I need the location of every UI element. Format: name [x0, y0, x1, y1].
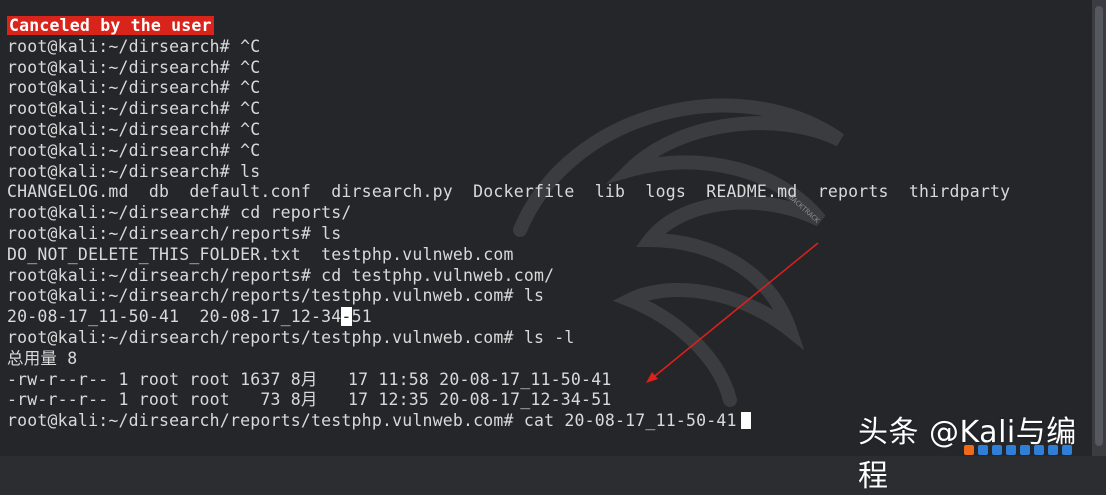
terminal-line: root@kali:~/dirsearch# ^C	[7, 120, 1010, 141]
terminal-line: -rw-r--r-- 1 root root 1637 8月 17 11:58 …	[7, 370, 1010, 391]
line-text: root@kali:~/dirsearch/reports# cd testph…	[7, 265, 555, 285]
skin-icon[interactable]	[1048, 445, 1058, 455]
terminal-line: root@kali:~/dirsearch/reports# ls	[7, 224, 1010, 245]
line-text: root@kali:~/dirsearch/reports/testphp.vu…	[7, 411, 737, 431]
terminal-line: 总用量 8	[7, 349, 1010, 370]
cancel-banner: Canceled by the user	[7, 16, 214, 35]
selection-highlight: -	[341, 307, 352, 327]
mic-icon[interactable]	[1020, 445, 1030, 455]
line-text: DO_NOT_DELETE_THIS_FOLDER.txt testphp.vu…	[7, 244, 514, 264]
line-text: root@kali:~/dirsearch/reports# ls	[7, 223, 342, 243]
chinese-input-icon[interactable]	[978, 445, 988, 455]
s-icon[interactable]	[964, 445, 974, 455]
terminal-line: root@kali:~/dirsearch/reports# cd testph…	[7, 266, 1010, 287]
terminal-window[interactable]: Canceled by the user root@kali:~/dirsearc…	[0, 0, 1092, 456]
terminal-line: root@kali:~/dirsearch# ^C	[7, 37, 1010, 58]
terminal-output: Canceled by the user root@kali:~/dirsearc…	[7, 16, 1010, 432]
keyboard-icon[interactable]	[1034, 445, 1044, 455]
line-text: -rw-r--r-- 1 root root 73 8月 17 12:35 20…	[7, 390, 612, 410]
terminal-cursor	[740, 412, 751, 430]
line-text: root@kali:~/dirsearch# ^C	[7, 99, 261, 119]
terminal-line: root@kali:~/dirsearch# ^C	[7, 99, 1010, 120]
terminal-line: 20-08-17_11-50-41 20-08-17_12-34-51	[7, 307, 1010, 328]
grid-icon[interactable]	[1062, 445, 1072, 455]
scrollbar-thumb[interactable]	[1095, 6, 1103, 446]
terminal-line: CHANGELOG.md db default.conf dirsearch.p…	[7, 182, 1010, 203]
terminal-line: root@kali:~/dirsearch# ls	[7, 162, 1010, 183]
line-text: CHANGELOG.md db default.conf dirsearch.p…	[7, 182, 1011, 202]
line-text: 总用量 8	[7, 348, 78, 368]
line-text: 51	[351, 307, 372, 327]
terminal-line: root@kali:~/dirsearch# ^C	[7, 78, 1010, 99]
line-text: 20-08-17_11-50-41 20-08-17_12-34	[7, 307, 342, 327]
terminal-line: root@kali:~/dirsearch/reports/testphp.vu…	[7, 286, 1010, 307]
line-text: root@kali:~/dirsearch# ^C	[7, 119, 261, 139]
emoji-icon[interactable]	[1006, 445, 1016, 455]
line-text: root@kali:~/dirsearch# ^C	[7, 140, 261, 160]
terminal-line: DO_NOT_DELETE_THIS_FOLDER.txt testphp.vu…	[7, 245, 1010, 266]
line-text: root@kali:~/dirsearch# ^C	[7, 78, 261, 98]
line-text: root@kali:~/dirsearch# ^C	[7, 57, 261, 77]
terminal-line: root@kali:~/dirsearch# cd reports/	[7, 203, 1010, 224]
terminal-line: root@kali:~/dirsearch# ^C	[7, 141, 1010, 162]
line-text: root@kali:~/dirsearch/reports/testphp.vu…	[7, 286, 545, 306]
line-text: -rw-r--r-- 1 root root 1637 8月 17 11:58 …	[7, 369, 612, 389]
line-text: root@kali:~/dirsearch# cd reports/	[7, 203, 352, 223]
punctuation-icon[interactable]	[992, 445, 1002, 455]
terminal-line: root@kali:~/dirsearch# ^C	[7, 58, 1010, 79]
line-text: root@kali:~/dirsearch/reports/testphp.vu…	[7, 327, 575, 347]
ime-toolbar[interactable]	[964, 444, 1072, 456]
vertical-scrollbar[interactable]	[1092, 0, 1106, 456]
terminal-line: root@kali:~/dirsearch/reports/testphp.vu…	[7, 328, 1010, 349]
terminal-line: Canceled by the user	[7, 16, 1010, 37]
line-text: root@kali:~/dirsearch# ^C	[7, 36, 261, 56]
line-text: root@kali:~/dirsearch# ls	[7, 161, 261, 181]
